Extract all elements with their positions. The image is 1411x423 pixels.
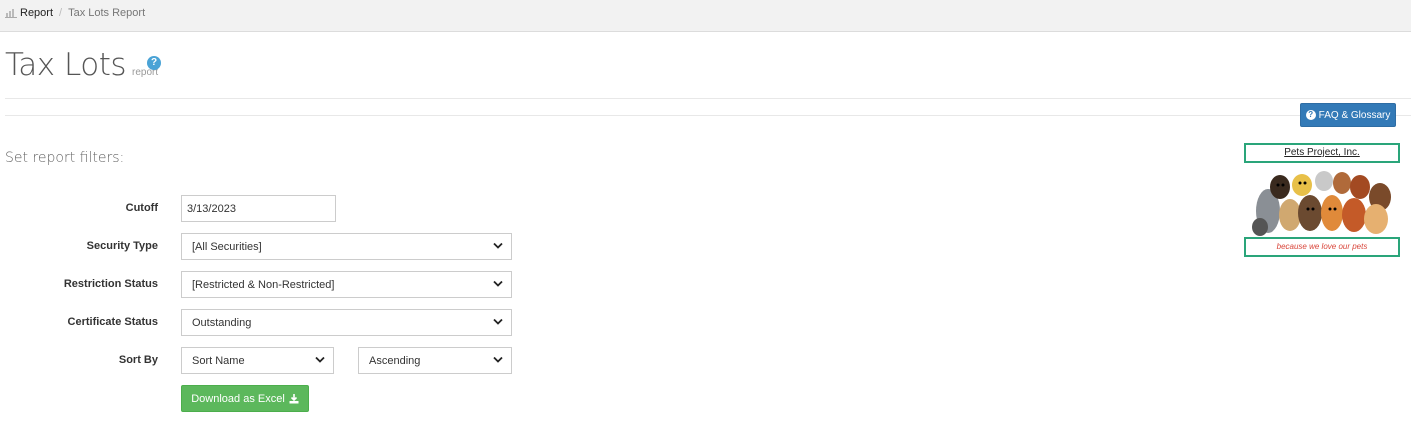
restriction-status-select[interactable]: [Restricted & Non-Restricted]: [181, 271, 512, 298]
security-type-value: [All Securities]: [192, 240, 262, 253]
certificate-status-select[interactable]: Outstanding: [181, 309, 512, 336]
divider: [5, 98, 1411, 99]
faq-button-label: FAQ & Glossary: [1318, 109, 1391, 121]
cutoff-date-input[interactable]: 3/13/2023: [181, 195, 336, 222]
company-logo: Pets Project, Inc. because we love our p…: [1244, 143, 1400, 257]
logo-company-name: Pets Project, Inc.: [1244, 143, 1400, 163]
certificate-status-label: Certificate Status: [67, 316, 158, 328]
certificate-status-value: Outstanding: [192, 316, 252, 329]
page-title-group: Tax Lots report: [5, 47, 158, 83]
sort-field-select[interactable]: Sort Name: [181, 347, 334, 374]
sort-by-label: Sort By: [118, 354, 158, 366]
breadcrumb-separator: /: [59, 7, 63, 19]
breadcrumb-report-link[interactable]: Report: [20, 7, 53, 19]
sort-order-select[interactable]: Ascending: [358, 347, 512, 374]
security-type-label: Security Type: [86, 240, 158, 252]
bar-chart-icon: [5, 9, 17, 18]
top-bar: Report / Tax Lots Report: [0, 0, 1411, 32]
faq-glossary-button[interactable]: ? FAQ & Glossary: [1300, 103, 1396, 127]
cutoff-value: 3/13/2023: [187, 202, 236, 215]
sort-field-value: Sort Name: [192, 354, 245, 367]
restriction-status-label: Restriction Status: [63, 278, 158, 290]
download-button-label: Download as Excel: [191, 392, 285, 405]
restriction-status-value: [Restricted & Non-Restricted]: [192, 278, 335, 291]
chevron-down-icon: [493, 356, 503, 363]
chevron-down-icon: [493, 242, 503, 249]
download-excel-button[interactable]: Download as Excel: [181, 385, 309, 412]
pets-illustration: [1246, 163, 1398, 237]
sort-order-value: Ascending: [369, 354, 421, 367]
security-type-select[interactable]: [All Securities]: [181, 233, 512, 260]
question-circle-icon: ?: [1305, 110, 1316, 120]
help-icon[interactable]: ?: [147, 56, 161, 70]
divider: [5, 115, 1411, 116]
page-title: Tax Lots: [5, 47, 127, 83]
chevron-down-icon: [493, 318, 503, 325]
filters-heading: Set report filters:: [5, 150, 125, 166]
cutoff-label: Cutoff: [125, 202, 158, 214]
download-icon: [289, 393, 299, 403]
breadcrumb: Report / Tax Lots Report: [5, 7, 145, 19]
chevron-down-icon: [493, 280, 503, 287]
breadcrumb-current: Tax Lots Report: [68, 7, 146, 19]
logo-tagline: because we love our pets: [1244, 237, 1400, 257]
chevron-down-icon: [315, 356, 325, 363]
